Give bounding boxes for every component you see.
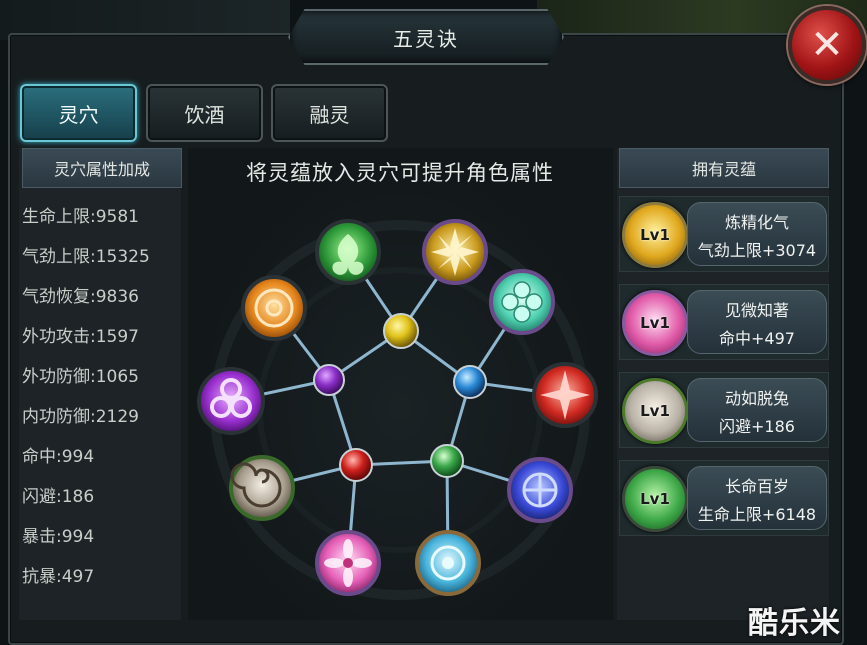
spirit-item-2[interactable]: Lv1 见微知著 命中+497: [619, 284, 829, 360]
spirit-level: Lv1: [640, 490, 670, 508]
orb-slot-leaf-icon[interactable]: [315, 219, 381, 285]
flame-icon: Lv1: [622, 202, 688, 268]
spirit-name: 长命百岁: [724, 477, 789, 496]
watermark: 酷乐米: [748, 606, 841, 641]
spirit-info: 炼精化气 气劲上限+3074: [687, 202, 827, 266]
spirit-info: 长命百岁 生命上限+6148: [687, 466, 827, 530]
spirit-effect: 命中+497: [719, 329, 795, 348]
inner-node-yellow[interactable]: [383, 313, 419, 349]
spirit-effect: 闪避+186: [719, 417, 795, 436]
spirit-item-1[interactable]: Lv1 炼精化气 气劲上限+3074: [619, 196, 829, 272]
orb-slot-wave-icon[interactable]: [415, 530, 481, 596]
spirit-item-3[interactable]: Lv1 动如脱兔 闪避+186: [619, 372, 829, 448]
spirit-name: 动如脱兔: [724, 389, 789, 408]
spirit-effect: 生命上限+6148: [697, 505, 817, 524]
orb-slot-compass-icon[interactable]: [241, 275, 307, 341]
inner-node-green[interactable]: [430, 444, 464, 478]
lotus-icon: Lv1: [622, 290, 688, 356]
inner-node-red[interactable]: [339, 448, 373, 482]
inner-node-purple[interactable]: [313, 364, 345, 396]
orb-slot-biohazard-icon[interactable]: [197, 367, 265, 435]
orb-slot-clover-icon[interactable]: [489, 269, 555, 335]
spirit-effect: 气劲上限+3074: [697, 241, 817, 260]
orb-slot-shield-icon[interactable]: [507, 457, 573, 523]
spirit-info: 动如脱兔 闪避+186: [687, 378, 827, 442]
spirit-info: 见微知著 命中+497: [687, 290, 827, 354]
inner-node-blue[interactable]: [453, 365, 487, 399]
spirit-level: Lv1: [640, 314, 670, 332]
spirit-item-4[interactable]: Lv1 长命百岁 生命上限+6148: [619, 460, 829, 536]
orb-slot-lotus-icon[interactable]: [315, 530, 381, 596]
leaf-icon: Lv1: [622, 466, 688, 532]
spirit-name: 见微知著: [724, 301, 789, 320]
spirit-level: Lv1: [640, 402, 670, 420]
orb-slot-swirl-icon[interactable]: [229, 455, 295, 521]
owned-spirits-header: 拥有灵蕴: [619, 148, 829, 188]
orb-slot-sunburst-icon[interactable]: [422, 219, 488, 285]
orb-slot-star-icon[interactable]: [532, 362, 598, 428]
spirit-name: 炼精化气: [724, 213, 789, 232]
swirl-icon: Lv1: [622, 378, 688, 444]
spirit-level: Lv1: [640, 226, 670, 244]
